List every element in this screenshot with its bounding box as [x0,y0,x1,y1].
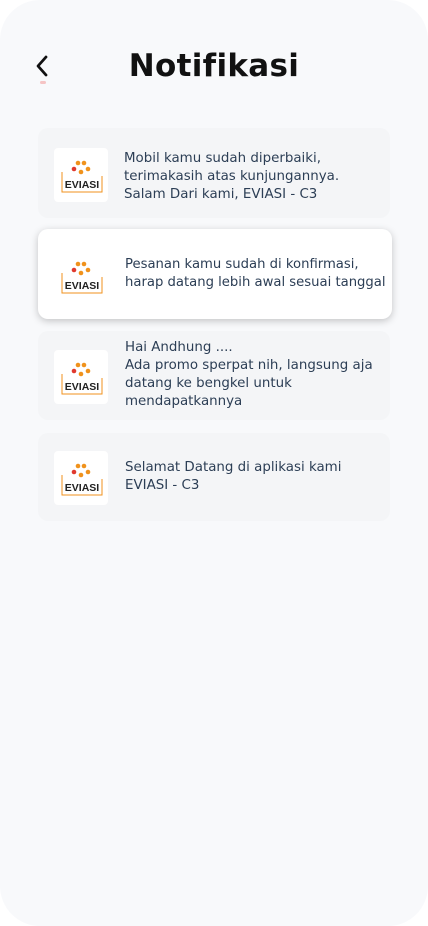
notification-message: Mobil kamu sudah diperbaiki, terimakasih… [124,151,340,202]
svg-text:EVIASI: EVIASI [65,179,100,191]
eviasi-logo: EVIASI [54,148,108,202]
page-title: Notifikasi [128,48,300,84]
svg-text:EVIASI: EVIASI [65,280,100,292]
svg-text:EVIASI: EVIASI [65,482,100,494]
notification-card[interactable]: EVIASI Hai Andhung .... Ada promo sperpa… [38,331,390,420]
notification-card[interactable]: EVIASI Mobil kamu sudah diperbaiki, teri… [38,128,390,218]
notification-screen: Notifikasi EVIASI Mobil kamu sudah diper… [0,0,428,926]
eviasi-logo: EVIASI [54,249,108,303]
notification-card[interactable]: EVIASI Selamat Datang di aplikasi kami E… [38,433,390,521]
notification-card[interactable]: EVIASI Pesanan kamu sudah di konfirmasi,… [38,229,392,319]
notification-message: Pesanan kamu sudah di konfirmasi, harap … [125,257,386,290]
eviasi-logo: EVIASI [54,350,108,404]
notification-message: Selamat Datang di aplikasi kami EVIASI -… [125,460,342,493]
svg-text:EVIASI: EVIASI [65,381,100,393]
eviasi-logo: EVIASI [54,451,108,505]
notification-message: Hai Andhung .... Ada promo sperpat nih, … [125,340,373,409]
